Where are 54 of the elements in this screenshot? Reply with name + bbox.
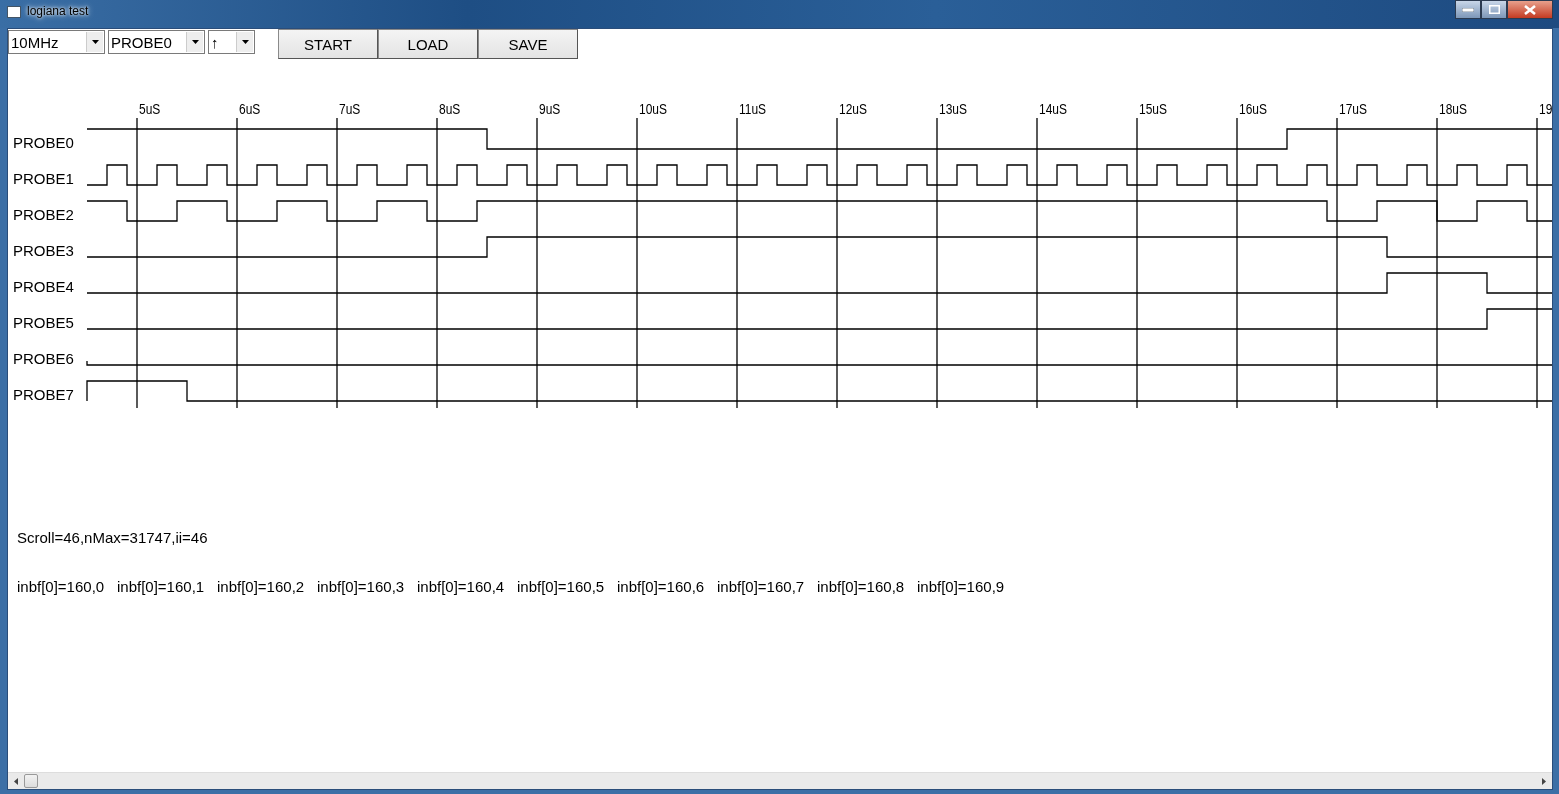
toolbar-button[interactable]: LOAD <box>378 29 478 59</box>
toolbar-button[interactable]: START <box>278 29 378 59</box>
dropdown-arrow-icon <box>191 40 199 44</box>
buffer-value-text: inbf[0]=160,6 <box>617 578 706 595</box>
buffer-value-text: inbf[0]=160,8 <box>817 578 906 595</box>
buffer-value-text: inbf[0]=160,0 <box>17 578 106 595</box>
buffer-value-text: inbf[0]=160,5 <box>517 578 606 595</box>
time-tick-label: 17uS <box>1339 100 1367 118</box>
time-tick-label: 6uS <box>239 100 261 118</box>
scroll-right-icon[interactable] <box>1542 777 1546 785</box>
window-title: logiana test <box>27 4 89 18</box>
probe-label: PROBE3 <box>13 242 74 259</box>
time-tick-label: 7uS <box>339 100 361 118</box>
buffer-value-text: inbf[0]=160,7 <box>717 578 806 595</box>
minimize-icon <box>1462 7 1474 12</box>
close-button[interactable] <box>1507 0 1553 19</box>
time-tick-label: 13uS <box>939 100 967 118</box>
scroll-left-icon[interactable] <box>14 777 18 785</box>
probe-label: PROBE1 <box>13 170 74 187</box>
maximize-button[interactable] <box>1481 0 1507 19</box>
probe-label: PROBE0 <box>13 134 74 151</box>
time-tick-label: 19 <box>1539 100 1553 118</box>
scrollbar-thumb[interactable] <box>24 774 38 788</box>
probe-label: PROBE5 <box>13 314 74 331</box>
dropdown[interactable]: PROBE0 <box>108 30 205 54</box>
dropdown[interactable]: 10MHz <box>8 30 105 54</box>
scroll-status-text: Scroll=46,nMax=31747,ii=46 <box>17 529 209 546</box>
time-tick-label: 5uS <box>139 100 161 118</box>
maximize-icon <box>1488 5 1500 14</box>
probe-label: PROBE7 <box>13 386 74 403</box>
time-tick-label: 11uS <box>739 100 767 118</box>
probe-label: PROBE4 <box>13 278 74 295</box>
dropdown-arrow-icon <box>241 40 249 44</box>
time-tick-label: 18uS <box>1439 100 1467 118</box>
toolbar-button[interactable]: SAVE <box>478 29 578 59</box>
close-icon <box>1524 4 1536 15</box>
dropdown[interactable]: ↑ <box>208 30 255 54</box>
buffer-value-text: inbf[0]=160,4 <box>417 578 506 595</box>
time-tick-label: 12uS <box>839 100 867 118</box>
probe-label: PROBE2 <box>13 206 74 223</box>
buffer-value-text: inbf[0]=160,1 <box>117 578 206 595</box>
probe-label: PROBE6 <box>13 350 74 367</box>
app-icon <box>7 6 21 18</box>
time-tick-label: 16uS <box>1239 100 1267 118</box>
time-tick-label: 9uS <box>539 100 561 118</box>
buffer-value-text: inbf[0]=160,3 <box>317 578 406 595</box>
dropdown-arrow-icon <box>91 40 99 44</box>
buffer-value-text: inbf[0]=160,9 <box>917 578 1006 595</box>
time-tick-label: 8uS <box>439 100 461 118</box>
buffer-value-text: inbf[0]=160,2 <box>217 578 306 595</box>
time-tick-label: 15uS <box>1139 100 1167 118</box>
minimize-button[interactable] <box>1455 0 1481 19</box>
time-tick-label: 14uS <box>1039 100 1067 118</box>
time-tick-label: 10uS <box>639 100 667 118</box>
